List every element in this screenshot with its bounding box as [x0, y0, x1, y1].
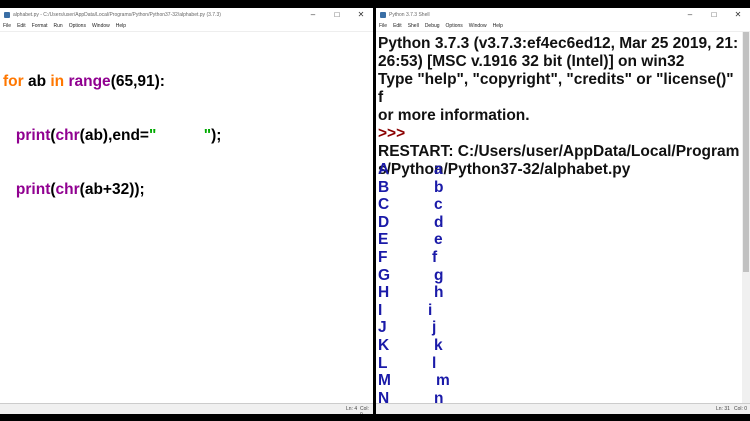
close-icon[interactable]: ✕: [726, 8, 750, 22]
editor-title: alphabet.py - C:/Users/user/AppData/Loca…: [13, 12, 221, 18]
restart-line: RESTART: C:/Users/user/AppData/Local/Pro…: [378, 143, 740, 160]
output-uppercase: L: [378, 354, 388, 372]
output-lowercase: g: [434, 266, 444, 284]
menu-edit[interactable]: Edit: [393, 22, 402, 31]
output-lowercase: i: [428, 301, 433, 319]
menu-shell[interactable]: Shell: [408, 22, 419, 31]
minimize-icon[interactable]: –: [678, 8, 702, 22]
column-number: Col: 0: [360, 406, 369, 414]
banner-line: Python 3.7.3 (v3.7.3:ef4ec6ed12, Mar 25 …: [378, 35, 739, 52]
scrollbar-thumb[interactable]: [743, 32, 749, 272]
banner-line: 26:53) [MSC v.1916 32 bit (Intel)] on wi…: [378, 53, 685, 70]
shell-output-area[interactable]: Python 3.7.3 (v3.7.3:ef4ec6ed12, Mar 25 …: [376, 32, 750, 414]
menu-window[interactable]: Window: [469, 22, 487, 31]
shell-titlebar[interactable]: Python 3.7.3 Shell – □ ✕: [376, 8, 750, 22]
output-lowercase: d: [434, 213, 444, 231]
output-lowercase: a: [434, 161, 443, 178]
maximize-icon[interactable]: □: [325, 8, 349, 22]
python-shell-icon: [380, 12, 386, 18]
output-uppercase: M: [378, 372, 391, 390]
output-uppercase: J: [378, 319, 387, 337]
menu-format[interactable]: Format: [32, 22, 48, 31]
output-lowercase: b: [434, 178, 444, 196]
output-lowercase: f: [432, 249, 438, 266]
output-uppercase: C: [378, 196, 390, 214]
output-lowercase: c: [434, 196, 443, 214]
menu-window[interactable]: Window: [92, 22, 110, 31]
shell-prompt: >>>: [378, 125, 406, 142]
close-icon[interactable]: ✕: [349, 8, 373, 22]
shell-banner: Python 3.7.3 (v3.7.3:ef4ec6ed12, Mar 25 …: [378, 35, 740, 179]
menu-help[interactable]: Help: [116, 22, 126, 31]
code-line-1: for ab in range(65,91):: [3, 73, 165, 90]
output-uppercase: H: [378, 284, 390, 302]
code-line-2: print(chr(ab),end=" ");: [15, 127, 222, 144]
minimize-icon[interactable]: –: [301, 8, 325, 22]
output-uppercase: F: [378, 249, 388, 266]
menu-file[interactable]: File: [3, 22, 11, 31]
shell-window: Python 3.7.3 Shell – □ ✕ File Edit Shell…: [376, 8, 750, 414]
output-uppercase: D: [378, 213, 390, 231]
editor-titlebar[interactable]: alphabet.py - C:/Users/user/AppData/Loca…: [0, 8, 373, 22]
maximize-icon[interactable]: □: [702, 8, 726, 22]
shell-title: Python 3.7.3 Shell: [389, 12, 430, 18]
output-lowercase: j: [432, 319, 437, 337]
output-lowercase: m: [436, 372, 450, 390]
output-lowercase: k: [434, 337, 443, 354]
menu-help[interactable]: Help: [493, 22, 503, 31]
restart-line: s/Python/Python37-32/alphabet.py: [378, 161, 631, 178]
output-uppercase: G: [378, 266, 391, 284]
output-lowercase: h: [434, 284, 444, 302]
output-lowercase: l: [432, 354, 437, 372]
line-number: Ln: 4: [346, 406, 358, 412]
menu-options[interactable]: Options: [446, 22, 463, 31]
output-uppercase: K: [378, 337, 390, 354]
code-editor-area[interactable]: for ab in range(65,91): print(chr(ab),en…: [3, 37, 373, 404]
output-uppercase: I: [378, 301, 383, 319]
menu-debug[interactable]: Debug: [425, 22, 440, 31]
output-uppercase: B: [378, 178, 390, 196]
menu-file[interactable]: File: [379, 22, 387, 31]
editor-window: alphabet.py - C:/Users/user/AppData/Loca…: [0, 8, 373, 414]
code-line-3: print(chr(ab+32));: [15, 181, 145, 198]
output-uppercase: E: [378, 231, 389, 249]
line-number: Ln: 31: [716, 406, 730, 412]
output-lowercase: e: [434, 231, 443, 249]
menu-run[interactable]: Run: [54, 22, 63, 31]
banner-line: or more information.: [378, 107, 530, 124]
menu-options[interactable]: Options: [69, 22, 86, 31]
banner-line: Type "help", "copyright", "credits" or "…: [378, 71, 734, 106]
menu-edit[interactable]: Edit: [17, 22, 26, 31]
python-file-icon: [4, 12, 10, 18]
output-uppercase: A: [378, 161, 390, 178]
editor-statusbar: Ln: 4 Col: 0: [0, 403, 373, 414]
editor-menubar: File Edit Format Run Options Window Help: [0, 22, 373, 32]
shell-statusbar: Ln: 31 Col: 0: [376, 403, 750, 414]
shell-menubar: File Edit Shell Debug Options Window Hel…: [376, 22, 750, 32]
column-number: Col: 0: [734, 406, 748, 412]
shell-scrollbar[interactable]: [742, 32, 750, 404]
